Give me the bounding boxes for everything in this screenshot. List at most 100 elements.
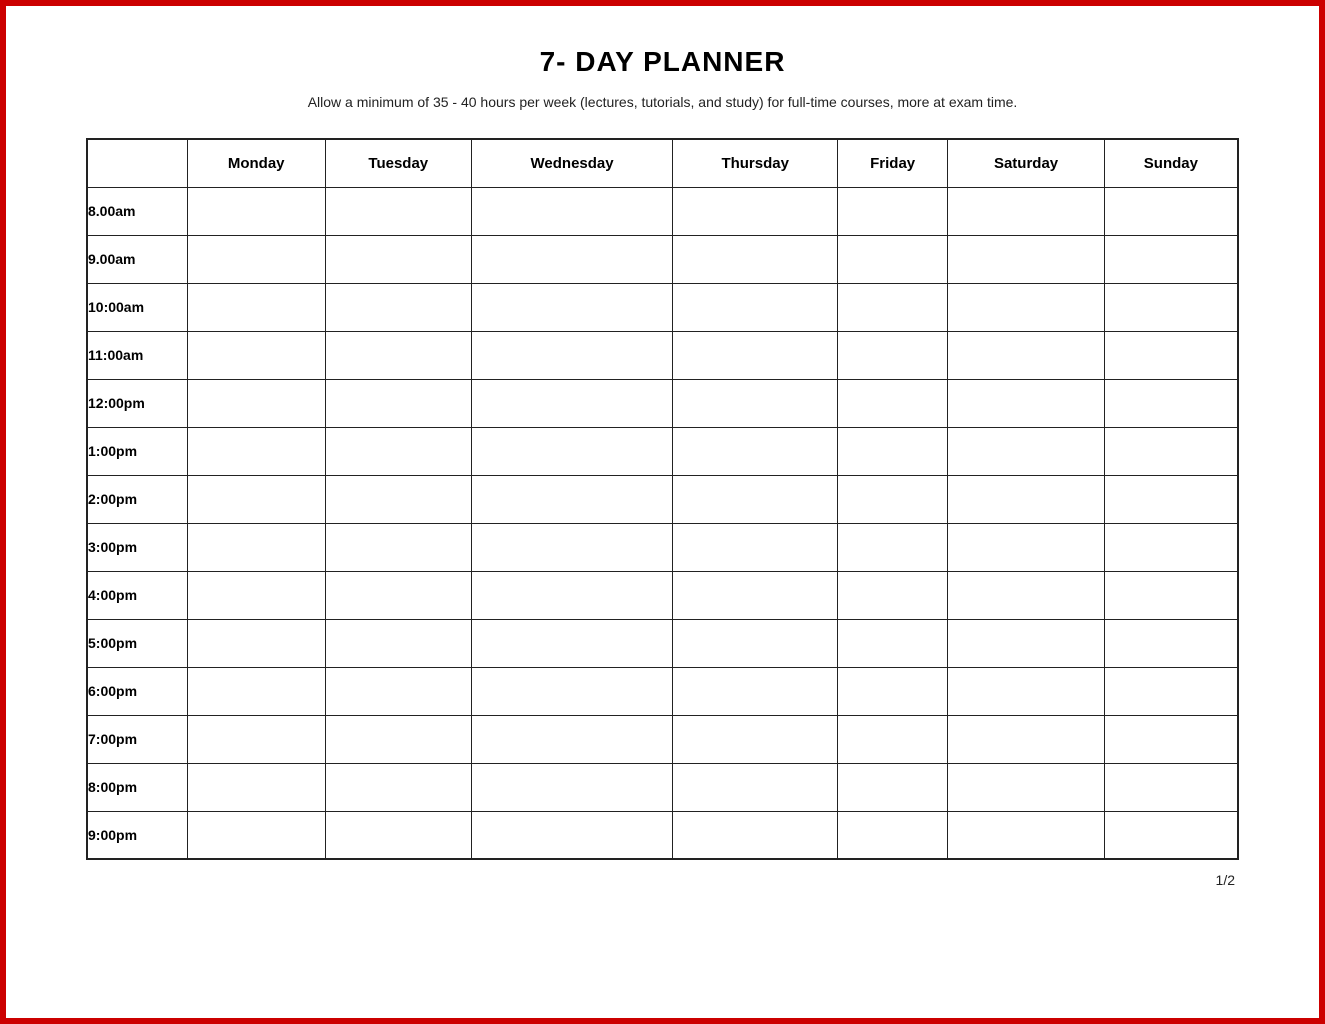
schedule-cell[interactable] xyxy=(837,619,947,667)
schedule-cell[interactable] xyxy=(471,571,673,619)
schedule-cell[interactable] xyxy=(325,235,471,283)
schedule-cell[interactable] xyxy=(471,427,673,475)
schedule-cell[interactable] xyxy=(837,187,947,235)
schedule-cell[interactable] xyxy=(837,331,947,379)
schedule-cell[interactable] xyxy=(948,283,1104,331)
schedule-cell[interactable] xyxy=(948,763,1104,811)
schedule-cell[interactable] xyxy=(837,427,947,475)
schedule-cell[interactable] xyxy=(1104,667,1238,715)
schedule-cell[interactable] xyxy=(948,187,1104,235)
schedule-cell[interactable] xyxy=(837,283,947,331)
schedule-cell[interactable] xyxy=(948,715,1104,763)
schedule-cell[interactable] xyxy=(187,235,325,283)
schedule-cell[interactable] xyxy=(673,619,837,667)
schedule-cell[interactable] xyxy=(325,811,471,859)
schedule-cell[interactable] xyxy=(325,187,471,235)
schedule-cell[interactable] xyxy=(673,475,837,523)
schedule-cell[interactable] xyxy=(673,571,837,619)
schedule-cell[interactable] xyxy=(187,523,325,571)
schedule-cell[interactable] xyxy=(948,235,1104,283)
schedule-cell[interactable] xyxy=(837,235,947,283)
schedule-cell[interactable] xyxy=(837,475,947,523)
schedule-cell[interactable] xyxy=(1104,235,1238,283)
schedule-cell[interactable] xyxy=(187,667,325,715)
schedule-cell[interactable] xyxy=(325,523,471,571)
schedule-cell[interactable] xyxy=(325,331,471,379)
schedule-cell[interactable] xyxy=(187,571,325,619)
schedule-cell[interactable] xyxy=(471,379,673,427)
schedule-cell[interactable] xyxy=(1104,187,1238,235)
schedule-cell[interactable] xyxy=(471,187,673,235)
schedule-cell[interactable] xyxy=(837,763,947,811)
schedule-cell[interactable] xyxy=(1104,379,1238,427)
schedule-cell[interactable] xyxy=(187,379,325,427)
schedule-cell[interactable] xyxy=(673,283,837,331)
schedule-cell[interactable] xyxy=(187,619,325,667)
schedule-cell[interactable] xyxy=(325,283,471,331)
schedule-cell[interactable] xyxy=(325,571,471,619)
schedule-cell[interactable] xyxy=(1104,811,1238,859)
schedule-cell[interactable] xyxy=(673,235,837,283)
schedule-cell[interactable] xyxy=(1104,571,1238,619)
schedule-cell[interactable] xyxy=(1104,427,1238,475)
schedule-cell[interactable] xyxy=(948,331,1104,379)
table-row: 11:00am xyxy=(87,331,1238,379)
schedule-cell[interactable] xyxy=(673,667,837,715)
schedule-cell[interactable] xyxy=(837,811,947,859)
schedule-cell[interactable] xyxy=(471,475,673,523)
schedule-cell[interactable] xyxy=(837,379,947,427)
schedule-cell[interactable] xyxy=(471,331,673,379)
schedule-cell[interactable] xyxy=(1104,763,1238,811)
schedule-cell[interactable] xyxy=(948,811,1104,859)
schedule-cell[interactable] xyxy=(471,667,673,715)
schedule-cell[interactable] xyxy=(187,475,325,523)
schedule-cell[interactable] xyxy=(187,331,325,379)
schedule-cell[interactable] xyxy=(837,571,947,619)
schedule-cell[interactable] xyxy=(673,715,837,763)
schedule-cell[interactable] xyxy=(948,475,1104,523)
schedule-cell[interactable] xyxy=(187,763,325,811)
schedule-cell[interactable] xyxy=(1104,619,1238,667)
schedule-cell[interactable] xyxy=(1104,715,1238,763)
schedule-cell[interactable] xyxy=(471,763,673,811)
schedule-cell[interactable] xyxy=(471,283,673,331)
schedule-cell[interactable] xyxy=(948,571,1104,619)
schedule-cell[interactable] xyxy=(187,283,325,331)
schedule-cell[interactable] xyxy=(948,523,1104,571)
schedule-cell[interactable] xyxy=(673,187,837,235)
schedule-cell[interactable] xyxy=(673,523,837,571)
schedule-cell[interactable] xyxy=(837,715,947,763)
schedule-cell[interactable] xyxy=(471,715,673,763)
schedule-cell[interactable] xyxy=(1104,475,1238,523)
schedule-cell[interactable] xyxy=(1104,283,1238,331)
schedule-cell[interactable] xyxy=(325,763,471,811)
schedule-cell[interactable] xyxy=(948,427,1104,475)
schedule-cell[interactable] xyxy=(325,619,471,667)
schedule-cell[interactable] xyxy=(673,427,837,475)
schedule-cell[interactable] xyxy=(471,619,673,667)
schedule-cell[interactable] xyxy=(1104,331,1238,379)
schedule-cell[interactable] xyxy=(673,379,837,427)
schedule-cell[interactable] xyxy=(673,763,837,811)
schedule-cell[interactable] xyxy=(325,667,471,715)
schedule-cell[interactable] xyxy=(673,331,837,379)
schedule-cell[interactable] xyxy=(325,715,471,763)
schedule-cell[interactable] xyxy=(325,379,471,427)
schedule-cell[interactable] xyxy=(187,427,325,475)
schedule-cell[interactable] xyxy=(471,235,673,283)
schedule-cell[interactable] xyxy=(187,715,325,763)
schedule-cell[interactable] xyxy=(673,811,837,859)
schedule-cell[interactable] xyxy=(187,811,325,859)
schedule-cell[interactable] xyxy=(325,427,471,475)
schedule-cell[interactable] xyxy=(948,619,1104,667)
schedule-cell[interactable] xyxy=(948,379,1104,427)
schedule-cell[interactable] xyxy=(1104,523,1238,571)
schedule-cell[interactable] xyxy=(837,523,947,571)
schedule-cell[interactable] xyxy=(471,523,673,571)
schedule-cell[interactable] xyxy=(948,667,1104,715)
time-cell: 1:00pm xyxy=(87,427,187,475)
schedule-cell[interactable] xyxy=(471,811,673,859)
schedule-cell[interactable] xyxy=(325,475,471,523)
schedule-cell[interactable] xyxy=(837,667,947,715)
schedule-cell[interactable] xyxy=(187,187,325,235)
